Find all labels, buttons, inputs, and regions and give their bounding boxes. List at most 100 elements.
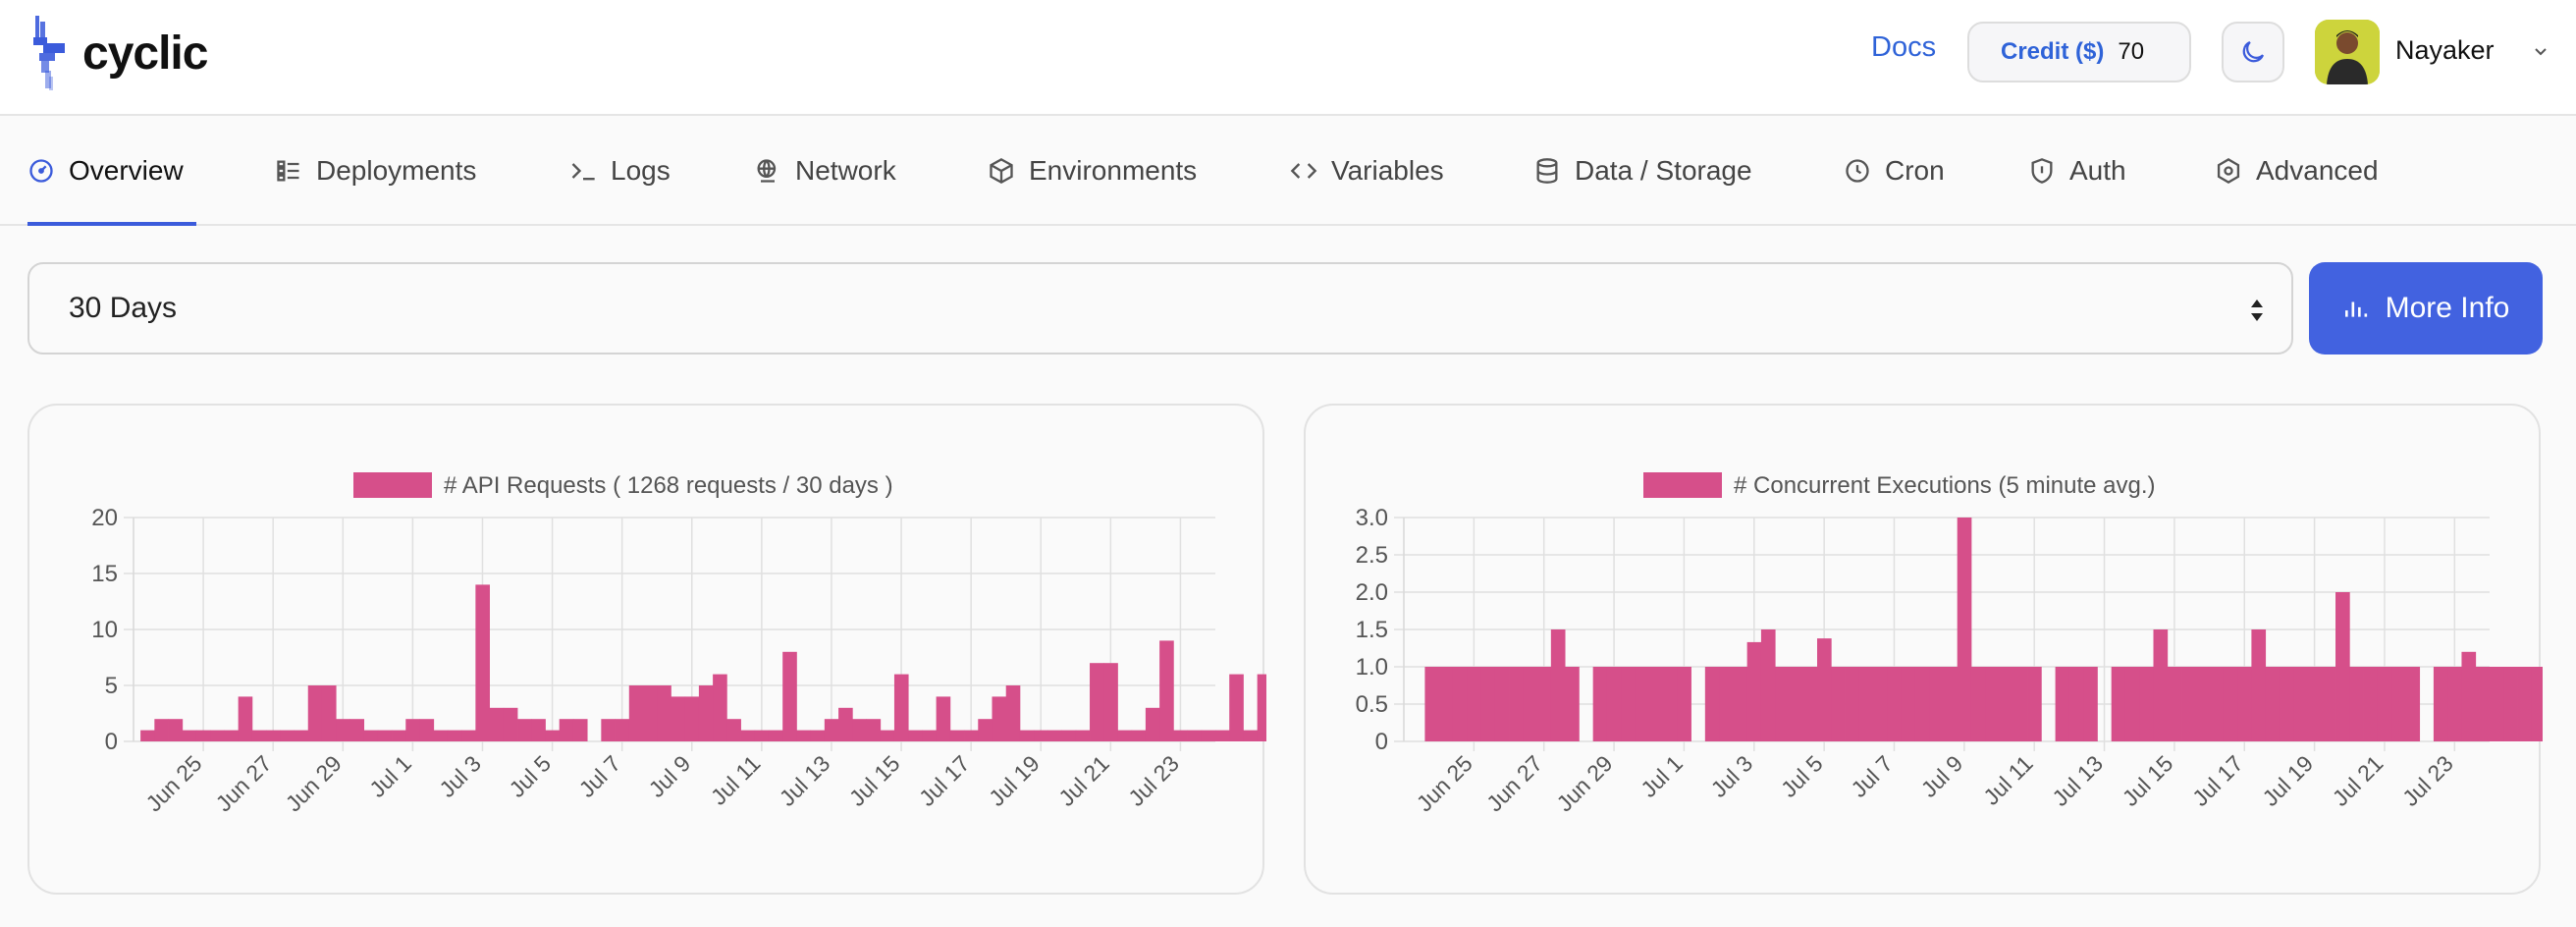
bar[interactable] — [2139, 667, 2154, 741]
bar[interactable] — [1719, 667, 1734, 741]
bar[interactable] — [1789, 667, 1804, 741]
bar[interactable] — [964, 730, 979, 741]
bar[interactable] — [1509, 667, 1524, 741]
bar[interactable] — [1606, 667, 1622, 741]
bar[interactable] — [1173, 730, 1188, 741]
bar[interactable] — [1635, 667, 1650, 741]
bar[interactable] — [1452, 667, 1468, 741]
bar[interactable] — [2517, 667, 2533, 741]
bar[interactable] — [726, 719, 741, 741]
chevron-down-icon[interactable] — [2531, 41, 2550, 61]
bar[interactable] — [1816, 638, 1832, 741]
bar[interactable] — [2124, 667, 2140, 741]
bar[interactable] — [1985, 667, 2000, 741]
bar[interactable] — [1090, 663, 1104, 741]
bar[interactable] — [1775, 667, 1790, 741]
bar[interactable] — [195, 730, 211, 741]
bar[interactable] — [2251, 629, 2267, 741]
tab-auth[interactable]: Auth — [2028, 116, 2126, 226]
bar[interactable] — [2433, 667, 2448, 741]
bar[interactable] — [1257, 674, 1266, 741]
bar[interactable] — [1802, 667, 1818, 741]
bar[interactable] — [1887, 667, 1903, 741]
bar[interactable] — [2223, 667, 2238, 741]
bar[interactable] — [1831, 667, 1846, 741]
bar[interactable] — [1592, 667, 1608, 741]
bar[interactable] — [2153, 629, 2169, 741]
bar[interactable] — [475, 584, 490, 741]
bar[interactable] — [2055, 667, 2070, 741]
bar[interactable] — [336, 719, 350, 741]
bar[interactable] — [140, 730, 155, 741]
bar[interactable] — [2321, 667, 2336, 741]
bar[interactable] — [531, 719, 546, 741]
bar[interactable] — [2447, 667, 2462, 741]
bar[interactable] — [1131, 730, 1147, 741]
bar[interactable] — [2363, 667, 2379, 741]
username[interactable]: Nayaker — [2395, 35, 2495, 66]
bar[interactable] — [908, 730, 923, 741]
bar[interactable] — [405, 719, 420, 741]
bar[interactable] — [307, 685, 323, 741]
bar[interactable] — [517, 719, 532, 741]
bar[interactable] — [1901, 667, 1916, 741]
bar[interactable] — [2461, 651, 2477, 741]
bar[interactable] — [922, 730, 938, 741]
bar[interactable] — [768, 730, 783, 741]
bar[interactable] — [1536, 667, 1552, 741]
theme-toggle-button[interactable] — [2222, 22, 2284, 82]
avatar[interactable] — [2315, 20, 2380, 84]
bar[interactable] — [559, 719, 574, 741]
bar[interactable] — [1523, 667, 1537, 741]
bar[interactable] — [1845, 667, 1860, 741]
cyclic-logo[interactable]: cyclic — [27, 14, 208, 92]
bar[interactable] — [392, 730, 406, 741]
bar[interactable] — [1914, 667, 1930, 741]
bar[interactable] — [251, 730, 267, 741]
bar[interactable] — [684, 696, 700, 741]
bar[interactable] — [949, 730, 965, 741]
bar[interactable] — [210, 730, 225, 741]
bar[interactable] — [1943, 667, 1959, 741]
bar[interactable] — [154, 719, 169, 741]
bar[interactable] — [713, 674, 727, 741]
bar[interactable] — [238, 696, 253, 741]
bar[interactable] — [2181, 667, 2196, 741]
tab-cron[interactable]: Cron — [1844, 116, 1945, 226]
bar[interactable] — [1733, 667, 1748, 741]
more-info-button[interactable]: More Info — [2309, 262, 2543, 354]
chart-legend[interactable]: # Concurrent Executions (5 minute avg.) — [1643, 472, 2156, 499]
bar[interactable] — [2111, 667, 2126, 741]
docs-link[interactable]: Docs — [1871, 31, 1936, 64]
bar[interactable] — [349, 719, 365, 741]
bar[interactable] — [1117, 730, 1133, 741]
tab-variables[interactable]: Variables — [1290, 116, 1444, 226]
bar[interactable] — [936, 696, 951, 741]
bar[interactable] — [1970, 667, 1986, 741]
chart-legend[interactable]: # API Requests ( 1268 requests / 30 days… — [353, 472, 893, 499]
bar[interactable] — [224, 730, 240, 741]
bar[interactable] — [810, 730, 826, 741]
bar[interactable] — [1550, 629, 1566, 741]
tab-network[interactable]: Network — [754, 116, 896, 226]
bar[interactable] — [2391, 667, 2406, 741]
bar[interactable] — [2405, 667, 2421, 741]
bar[interactable] — [545, 730, 561, 741]
bar[interactable] — [321, 685, 337, 741]
bar[interactable] — [182, 730, 197, 741]
bar[interactable] — [2475, 667, 2491, 741]
bar[interactable] — [377, 730, 393, 741]
bar[interactable] — [1145, 707, 1160, 741]
bar[interactable] — [2012, 667, 2028, 741]
bar[interactable] — [2083, 667, 2098, 741]
bar[interactable] — [572, 719, 588, 741]
bar[interactable] — [1075, 730, 1091, 741]
bar[interactable] — [2349, 667, 2364, 741]
bar[interactable] — [489, 707, 505, 741]
bar[interactable] — [2068, 667, 2084, 741]
bar[interactable] — [2490, 667, 2504, 741]
bar[interactable] — [363, 730, 379, 741]
bar[interactable] — [2377, 667, 2392, 741]
bar[interactable] — [628, 685, 644, 741]
bar[interactable] — [2293, 667, 2308, 741]
